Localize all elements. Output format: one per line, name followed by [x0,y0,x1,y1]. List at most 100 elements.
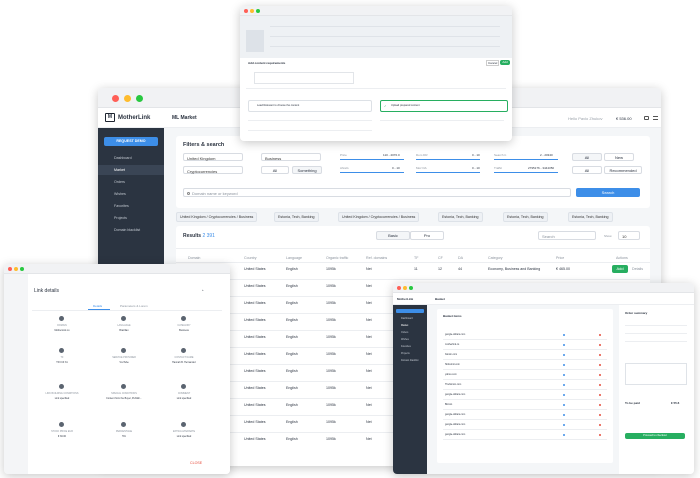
basket-sidebar-item[interactable]: Dashboard [401,317,413,320]
maximize-dot[interactable] [20,267,24,271]
remove-icon[interactable] [599,424,601,426]
moz-slider[interactable] [416,172,480,173]
column-header[interactable]: Ref. domains [366,256,387,260]
close-dot[interactable] [244,9,248,13]
minimize-dot[interactable] [124,95,131,102]
all-toggle-1[interactable]: All [572,153,602,161]
menu-icon[interactable] [653,116,658,120]
tab-details[interactable]: Details [93,304,102,308]
basket-domain[interactable]: Sbitcoinit.com [445,363,460,366]
minimize-dot[interactable] [403,286,407,290]
basket-brand[interactable]: MotherLink [397,297,413,301]
basket-domain[interactable]: Bitcoin [445,403,452,406]
column-header[interactable]: Actions [616,256,628,260]
all-toggle-2[interactable]: All [572,166,602,174]
dr-slider[interactable] [416,159,480,160]
sidebar-item-favorites[interactable]: Favorites [114,204,129,208]
basket-demo-button[interactable] [396,309,424,313]
basket-sidebar-item[interactable]: Domain blacklist [401,359,418,362]
new-toggle[interactable]: New [604,153,634,161]
filter-chip[interactable]: United Kingdom / Cryptocurrencies / Busi… [176,212,258,222]
sidebar-item-wishes[interactable]: Wishes [114,192,126,196]
type-select[interactable]: Business [261,153,321,161]
results-search-input[interactable]: Search [538,231,596,240]
filter-chip[interactable]: Estonia, Tech, Banking [503,212,548,222]
basket-sidebar-item[interactable]: Market [401,324,408,327]
sidebar-item-market[interactable]: Market [114,168,125,172]
add-button[interactable]: Add [500,60,510,65]
traffic-slider[interactable] [494,159,558,160]
remove-icon[interactable] [599,394,601,396]
minimize-dot[interactable] [14,267,18,271]
close-dot[interactable] [112,95,119,102]
remove-icon[interactable] [599,364,601,366]
remove-icon[interactable] [599,354,601,356]
brand-logo[interactable]: M MotherLink [105,113,150,122]
basket-sidebar-item[interactable]: Favorites [401,345,411,348]
maximize-dot[interactable] [409,286,413,290]
basket-domain[interactable]: google-dollars.com [445,423,465,426]
maximize-dot[interactable] [136,95,143,102]
column-header[interactable]: Category [488,256,503,260]
column-header[interactable]: CF [438,256,443,260]
more-icon[interactable]: + [202,288,204,292]
maximize-dot[interactable] [256,9,260,13]
minimize-dot[interactable] [250,9,254,13]
close-button[interactable]: CLOSE [190,461,202,465]
filter-chip[interactable]: Estonia, Tech, Banking [568,212,613,222]
filter-chip[interactable]: Estonia, Tech, Banking [438,212,483,222]
remove-icon[interactable] [599,414,601,416]
user-greeting[interactable]: Hello Pavlo Zhukov [568,116,602,121]
column-header[interactable]: Price [556,256,564,260]
all-toggle[interactable]: All [261,166,289,174]
details-link[interactable]: Details [632,267,643,271]
basket-sidebar-item[interactable]: Orders [401,331,408,334]
remove-icon[interactable] [599,384,601,386]
basket-domain[interactable]: motherlink.co [445,343,459,346]
column-header[interactable]: Domain [188,256,200,260]
basket-domain[interactable]: google-dollars.com [445,333,465,336]
wallet-icon[interactable] [644,116,649,120]
checkout-button[interactable]: Proceed to checkout [625,433,685,439]
filter-chip[interactable]: United Kingdom / Cryptocurrencies / Busi… [338,212,420,222]
column-header[interactable]: Language [286,256,302,260]
basket-domain[interactable]: yahoo.com [445,373,457,376]
basket-domain[interactable]: bitcoin.com [445,353,457,356]
domain-search-input[interactable]: Domain name or keyword [183,188,571,197]
search-button[interactable]: Search [576,188,640,197]
remove-icon[interactable] [599,334,601,336]
tf-slider[interactable] [494,172,558,173]
remove-icon[interactable] [599,374,601,376]
remove-icon[interactable] [599,344,601,346]
sidebar-item-dashboard[interactable]: Dashboard [114,156,132,160]
category-select[interactable]: Cryptocurrencies [183,166,243,174]
add-to-cart-button[interactable]: Add [612,265,628,273]
basket-sidebar-item[interactable]: Projects [401,352,410,355]
something-toggle[interactable]: Something [292,166,322,174]
basket-domain[interactable]: google-dollars.com [445,433,465,436]
basket-domain[interactable]: Thebitcoin.com [445,383,461,386]
sidebar-item-blacklist[interactable]: Domain blacklist [114,228,140,232]
option-upload[interactable]: ✓ Upload prepared content [380,100,508,112]
basic-tab[interactable]: Basic [376,231,410,240]
tab-parameters[interactable]: Parameters & Lorem [120,304,148,308]
column-header[interactable]: DA [458,256,463,260]
option-ai[interactable]: Lead Relevant to choose the content [248,100,372,112]
close-dot[interactable] [397,286,401,290]
request-demo-button[interactable]: REQUEST DEMO [104,137,158,146]
recommended-toggle[interactable]: Recommended [604,166,642,174]
basket-domain[interactable]: google-dollars.com [445,393,465,396]
price-slider[interactable] [340,159,404,160]
column-header[interactable]: TF [414,256,418,260]
cancel-button[interactable]: Cancel [486,60,500,66]
basket-sidebar-item[interactable]: Wishes [401,338,409,341]
sidebar-item-orders[interactable]: Orders [114,180,125,184]
country-select[interactable]: United Kingdom [183,153,243,161]
filter-chip[interactable]: Estonia, Tech, Banking [274,212,319,222]
column-header[interactable]: Country [244,256,257,260]
ahrefs-slider[interactable] [340,172,404,173]
pro-tab[interactable]: Pro [410,231,444,240]
show-select[interactable]: 10 [618,231,640,240]
basket-domain[interactable]: google-dollars.com [445,413,465,416]
close-dot[interactable] [8,267,12,271]
